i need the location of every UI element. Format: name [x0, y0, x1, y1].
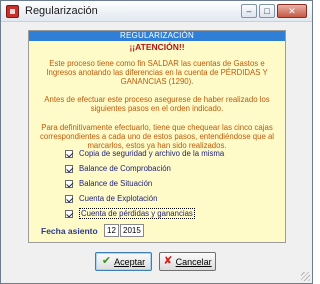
x-icon: ✘ [163, 255, 173, 267]
regularizacion-window: Regularización – □ ✕ REGULARIZACIÓN ¡¡AT… [0, 0, 313, 284]
checkbox-label: Cuenta de pérdidas y ganancias [79, 208, 195, 219]
checklist-item-backup[interactable]: Copia de seguridad y archivo de la misma [65, 148, 224, 159]
checkbox[interactable] [65, 179, 73, 188]
checkbox-label: Balance de Situación [79, 179, 153, 188]
checkbox[interactable] [65, 194, 73, 203]
attention-heading: ¡¡ATENCIÓN!! [129, 42, 185, 52]
cancel-label: Cancelar [175, 256, 212, 267]
close-button[interactable]: ✕ [277, 4, 307, 18]
check-icon: ✔ [101, 255, 112, 267]
info-panel: REGULARIZACIÓN ¡¡ATENCIÓN!! Este proceso… [28, 30, 286, 243]
accept-label: Aceptar [114, 256, 146, 267]
resize-grip[interactable] [301, 272, 310, 281]
panel-header: REGULARIZACIÓN [29, 31, 285, 41]
checklist-item-balance-situacion[interactable]: Balance de Situación [65, 178, 152, 189]
checklist-item-cuenta-explotacion[interactable]: Cuenta de Explotación [65, 193, 157, 204]
checkbox[interactable] [65, 164, 73, 173]
checklist-item-balance-comprobacion[interactable]: Balance de Comprobación [65, 163, 171, 174]
minimize-button[interactable]: – [241, 4, 257, 18]
checklist-item-perdidas-ganancias[interactable]: Cuenta de pérdidas y ganancias [65, 208, 195, 219]
title-bar[interactable]: Regularización – □ ✕ [1, 1, 312, 22]
checkbox-label: Cuenta de Explotación [79, 194, 158, 203]
checkbox-label: Copia de seguridad y archivo de la misma [79, 149, 225, 158]
checkbox[interactable] [65, 149, 73, 158]
maximize-button[interactable]: □ [259, 4, 275, 18]
purpose-text: Este proceso tiene como fin SALDAR las c… [46, 59, 268, 86]
prerequisite-text: Antes de efectuar este proceso asegurese… [44, 95, 270, 113]
accept-button[interactable]: ✔ Aceptar [95, 252, 152, 271]
fecha-year-input[interactable]: 2015 [120, 224, 144, 237]
checkbox-label: Balance de Comprobación [79, 164, 171, 173]
fecha-asiento-label: Fecha asiento [41, 226, 98, 236]
cancel-button[interactable]: ✘ Cancelar [159, 252, 216, 271]
app-icon [6, 5, 19, 18]
checkbox[interactable] [65, 209, 73, 218]
instruction-text: Para definitivamente efectuarlo, tiene q… [39, 123, 275, 150]
window-title: Regularización [25, 5, 98, 17]
fecha-month-input[interactable]: 12 [104, 224, 119, 237]
